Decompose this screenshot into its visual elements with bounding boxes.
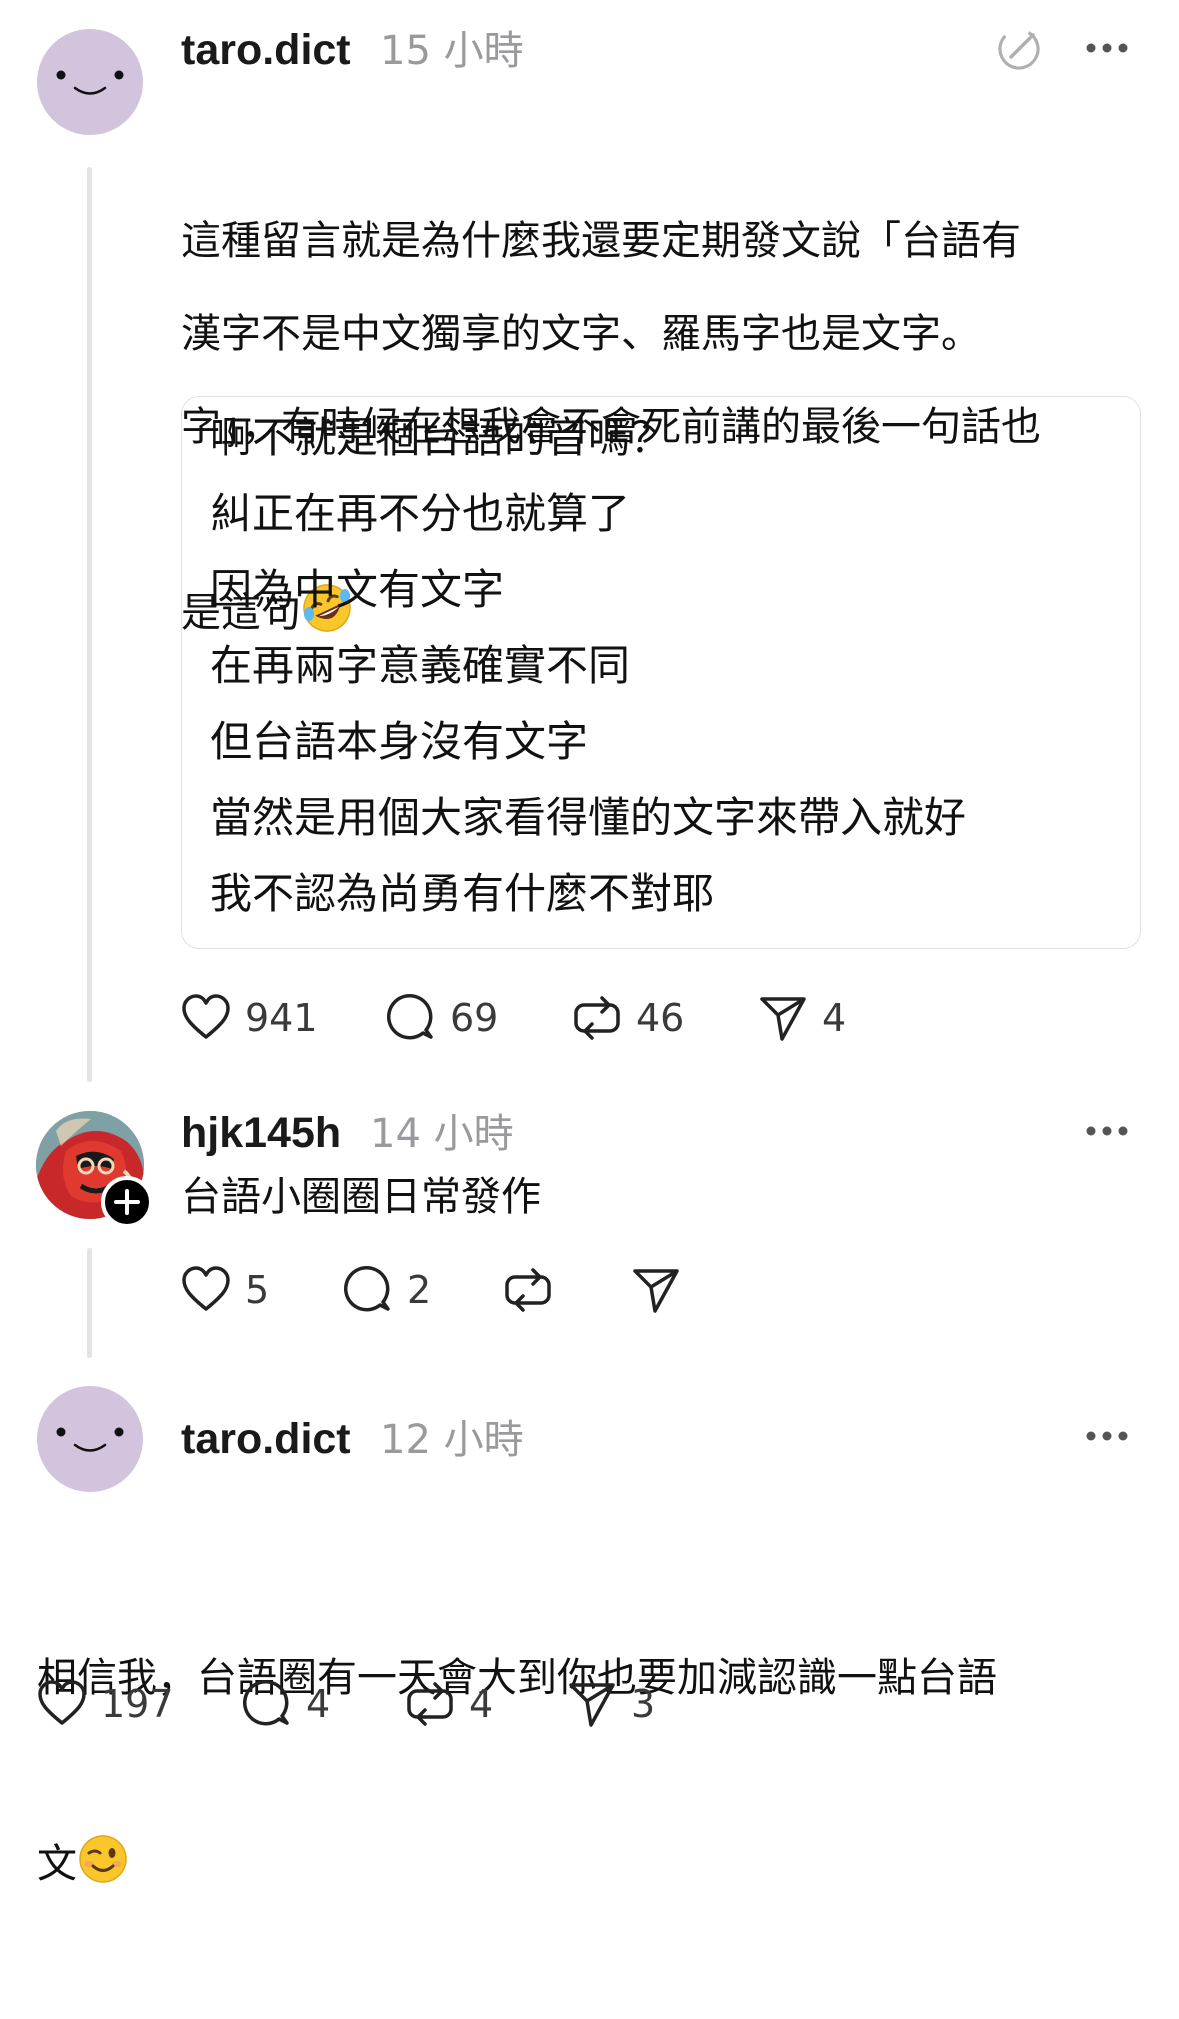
reply-button[interactable]: 69: [386, 993, 516, 1043]
quote-line: 但台語本身沒有文字: [210, 717, 589, 766]
more-icon[interactable]: [1085, 42, 1129, 54]
share-button[interactable]: 3: [567, 1679, 667, 1729]
repost-button[interactable]: 4: [405, 1679, 505, 1729]
comment-bubble-icon: [387, 994, 433, 1040]
post-text-line: 這種留言就是為什麼我還要定期發文說「台語有: [181, 218, 1021, 264]
reply-count: 4: [306, 1682, 331, 1726]
reply-button[interactable]: 2: [343, 1265, 443, 1315]
avatar[interactable]: [37, 1386, 143, 1492]
post-text-fragment: 文: [37, 1841, 77, 1887]
post-text-paragraph: 漢字不是中文獨享的文字、羅馬字也是文字。: [181, 311, 981, 357]
share-button[interactable]: [631, 1265, 691, 1315]
edit-icon[interactable]: [996, 26, 1042, 72]
paper-plane-icon: [633, 1269, 679, 1313]
quote-line: 我不認為尚勇有什麼不對耶: [210, 869, 715, 918]
reply-count: 2: [407, 1268, 432, 1312]
paper-plane-icon: [569, 1683, 615, 1727]
like-button[interactable]: 197: [37, 1679, 177, 1729]
quote-line: 當然是用個大家看得懂的文字來帶入就好: [210, 793, 967, 842]
paper-plane-icon: [760, 997, 806, 1041]
post-text-line: 文: [37, 1833, 997, 1895]
username[interactable]: hjk145h: [181, 1112, 341, 1155]
like-count: 5: [245, 1268, 270, 1312]
like-count: 941: [245, 996, 318, 1040]
like-button[interactable]: 941: [181, 993, 321, 1043]
timestamp: 14 小時: [370, 1111, 514, 1157]
share-button[interactable]: 4: [758, 993, 858, 1043]
timestamp: 15 小時: [380, 28, 524, 74]
timestamp: 12 小時: [380, 1417, 524, 1463]
thread-line: [87, 167, 92, 1082]
quote-line: 在再兩字意義確實不同: [210, 641, 631, 690]
quoted-comment[interactable]: 啊不就是個台語的音嗎？ 糾正在再不分也就算了 因為中文有文字 在再兩字意義確實不…: [181, 396, 1141, 949]
like-button[interactable]: 5: [181, 1265, 281, 1315]
winking-face-emoji-icon: [79, 1835, 127, 1883]
quote-line: 啊不就是個台語的音嗎？: [210, 413, 673, 462]
repost-arrows-icon: [574, 996, 620, 1040]
reply-count: 69: [450, 996, 499, 1040]
like-count: 197: [101, 1682, 174, 1726]
username[interactable]: taro.dict: [181, 1418, 351, 1461]
repost-count: 4: [469, 1682, 494, 1726]
repost-button[interactable]: 46: [572, 993, 702, 1043]
smiley-face-icon: [56, 1427, 124, 1452]
share-count: 3: [631, 1682, 656, 1726]
heart-icon: [182, 1266, 230, 1311]
more-icon[interactable]: [1085, 1430, 1129, 1442]
username[interactable]: taro.dict: [181, 29, 351, 72]
comment-bubble-icon: [344, 1266, 390, 1312]
repost-count: 46: [636, 996, 685, 1040]
post-body: 台語小圈圈日常發作: [181, 1174, 541, 1220]
post-text-line: 相信我，台語圈有一天會大到你也要加減認識一點台語: [37, 1655, 997, 1701]
thread-line: [87, 1248, 92, 1358]
comment-bubble-icon: [243, 1680, 289, 1726]
quote-line: 糾正在再不分也就算了: [210, 489, 631, 538]
quote-line: 因為中文有文字: [210, 565, 505, 614]
share-count: 4: [822, 996, 847, 1040]
avatar[interactable]: [37, 29, 143, 135]
more-icon[interactable]: [1085, 1125, 1129, 1137]
heart-icon: [38, 1680, 86, 1725]
repost-arrows-icon: [407, 1682, 453, 1726]
follow-plus-icon[interactable]: [101, 1176, 153, 1228]
smiley-face-icon: [56, 70, 124, 95]
repost-arrows-icon: [505, 1268, 551, 1312]
post-body: 相信我，台語圈有一天會大到你也要加減認識一點台語 文: [37, 1523, 997, 2019]
reply-button[interactable]: 4: [242, 1679, 342, 1729]
heart-icon: [182, 994, 230, 1039]
repost-button[interactable]: [503, 1265, 563, 1315]
